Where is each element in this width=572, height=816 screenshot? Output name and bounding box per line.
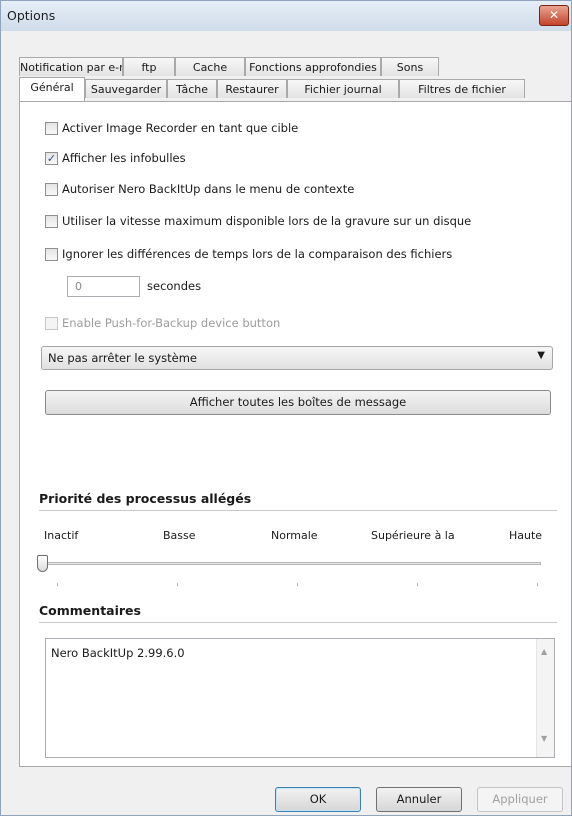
comments-scrollbar[interactable]: ▲ ▼ — [536, 639, 554, 757]
tab-fonctions-approfondies[interactable]: Fonctions approfondies — [245, 57, 381, 76]
checkbox-infobulles[interactable]: ✓ Afficher les infobulles — [45, 149, 186, 167]
shutdown-dropdown[interactable]: Ne pas arrêter le système ▼ — [41, 346, 553, 370]
tab-restaurer[interactable]: Restaurer — [217, 79, 287, 98]
dropdown-value: Ne pas arrêter le système — [48, 351, 197, 365]
tab-ftp[interactable]: ftp — [123, 57, 175, 76]
checkbox-label: Activer Image Recorder en tant que cible — [62, 121, 299, 135]
priority-slider-track[interactable] — [44, 562, 541, 565]
window-title: Options — [7, 8, 56, 23]
tab-general[interactable]: Général — [19, 77, 85, 101]
check-icon: ✓ — [46, 151, 57, 165]
checkbox-label: Enable Push-for-Backup device button — [62, 316, 281, 330]
checkbox-box[interactable] — [45, 247, 58, 261]
show-all-messages-button[interactable]: Afficher toutes les boîtes de message — [45, 390, 551, 415]
seconds-label: secondes — [147, 279, 202, 293]
priority-level-label: Inactif — [44, 529, 79, 542]
checkbox-box[interactable] — [45, 214, 58, 228]
priority-level-label: Haute — [509, 529, 543, 542]
slider-tick — [297, 583, 298, 586]
title-bar: Options ✕ — [1, 1, 571, 31]
checkbox-label: Utiliser la vitesse maximum disponible l… — [62, 214, 472, 228]
slider-tick — [177, 583, 178, 586]
scroll-up-icon[interactable]: ▲ — [541, 647, 547, 656]
priority-level-label: Normale — [271, 529, 318, 542]
priority-slider-thumb[interactable] — [37, 555, 48, 572]
slider-tick — [57, 583, 58, 586]
slider-tick — [537, 583, 538, 586]
priority-level-label: Basse — [163, 529, 196, 542]
checkbox-push-for-backup[interactable]: Enable Push-for-Backup device button — [45, 314, 280, 332]
checkbox-label: Afficher les infobulles — [62, 151, 186, 165]
tab-sauvegarder[interactable]: Sauvegarder — [85, 79, 167, 98]
chevron-down-icon: ▼ — [537, 350, 545, 361]
checkbox-menu-contexte[interactable]: Autoriser Nero BackItUp dans le menu de … — [45, 180, 354, 198]
apply-button[interactable]: Appliquer — [477, 787, 563, 812]
slider-tick — [417, 583, 418, 586]
tab-tache[interactable]: Tâche — [167, 79, 217, 98]
tab-notification[interactable]: Notification par e-mail — [19, 57, 123, 76]
checkbox-label: Autoriser Nero BackItUp dans le menu de … — [62, 182, 355, 196]
options-dialog: Options ✕ Notification par e-mail ftp Ca… — [0, 0, 572, 816]
close-button[interactable]: ✕ — [539, 5, 569, 26]
checkbox-label: Ignorer les différences de temps lors de… — [62, 247, 453, 261]
checkbox-box[interactable]: ✓ — [45, 151, 58, 165]
tab-sons[interactable]: Sons — [381, 57, 439, 76]
section-divider — [39, 622, 557, 623]
scroll-down-icon[interactable]: ▼ — [541, 734, 547, 743]
comments-section-title: Commentaires — [39, 603, 141, 618]
tab-filtres-de-fichier[interactable]: Filtres de fichier — [399, 79, 525, 98]
tab-cache[interactable]: Cache — [175, 57, 245, 76]
tab-fichier-journal[interactable]: Fichier journal — [287, 79, 399, 98]
priority-section-title: Priorité des processus allégés — [39, 491, 252, 506]
priority-level-label: Supérieure à la — [371, 529, 455, 542]
checkbox-vitesse-maximum[interactable]: Utiliser la vitesse maximum disponible l… — [45, 212, 471, 230]
checkbox-box[interactable] — [45, 316, 58, 330]
cancel-button[interactable]: Annuler — [376, 787, 462, 812]
section-divider — [39, 510, 557, 511]
seconds-input[interactable]: 0 — [67, 276, 140, 297]
comments-textarea[interactable]: Nero BackItUp 2.99.6.0 ▲ ▼ — [45, 638, 555, 758]
checkbox-box[interactable] — [45, 182, 58, 196]
checkbox-box[interactable] — [45, 121, 58, 135]
checkbox-ignorer-differences[interactable]: Ignorer les différences de temps lors de… — [45, 245, 452, 263]
checkbox-image-recorder[interactable]: Activer Image Recorder en tant que cible — [45, 119, 298, 137]
close-icon: ✕ — [548, 8, 560, 22]
comments-text: Nero BackItUp 2.99.6.0 — [51, 646, 185, 660]
ok-button[interactable]: OK — [275, 787, 361, 812]
